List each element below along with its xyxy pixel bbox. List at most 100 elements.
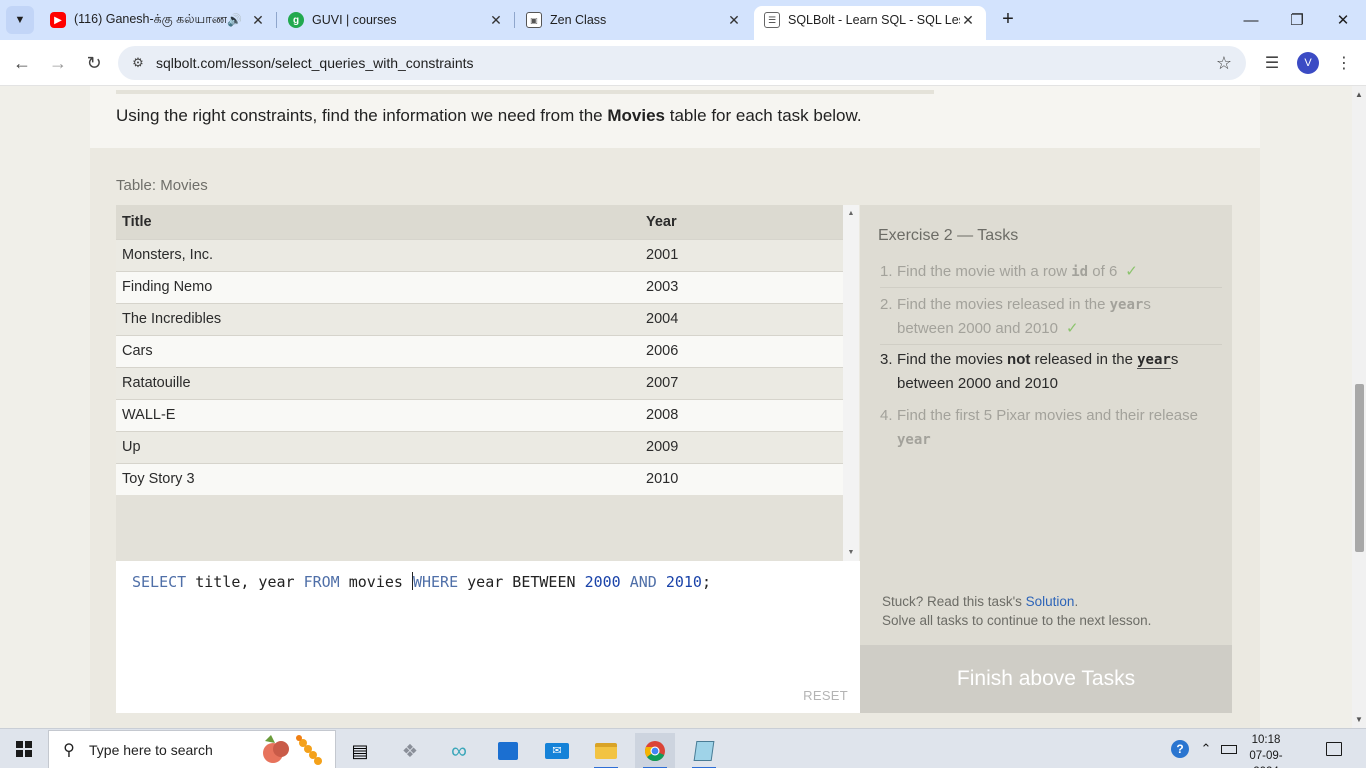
avatar: V <box>1297 52 1319 74</box>
tab-separator <box>514 12 515 28</box>
close-tab-icon[interactable]: ✕ <box>960 12 976 29</box>
page-scrollbar[interactable]: ▲ ▼ <box>1352 86 1366 728</box>
reload-button[interactable]: ↻ <box>80 49 108 77</box>
playlist-icon: ☰ <box>1264 55 1280 72</box>
cell-year: 2006 <box>640 334 843 367</box>
new-tab-button[interactable]: + <box>996 8 1020 32</box>
restore-button[interactable]: ❐ <box>1274 0 1320 40</box>
profile-button[interactable]: V <box>1294 49 1322 77</box>
sqlbolt-icon: ☰ <box>764 12 780 28</box>
cell-year: 2004 <box>640 302 843 335</box>
cell-year: 2009 <box>640 430 843 463</box>
back-button[interactable]: ← <box>8 49 36 77</box>
close-window-button[interactable]: ✕ <box>1320 0 1366 40</box>
sql-editor[interactable]: SELECT title, year FROM movies WHERE yea… <box>116 561 860 713</box>
table-row: WALL-E 2008 <box>116 398 843 431</box>
mail-button[interactable]: ✉ <box>537 733 577 768</box>
task-view-button[interactable]: ▤ <box>340 733 380 768</box>
table-row: Up 2009 <box>116 430 843 463</box>
tab-separator <box>276 12 277 28</box>
cell-title: Up <box>116 430 640 463</box>
help-tray-button[interactable]: ? <box>1168 729 1192 768</box>
notifications-button[interactable] <box>1318 729 1350 768</box>
solution-link[interactable]: Solution <box>1026 594 1075 609</box>
cell-year: 2007 <box>640 366 843 399</box>
browser-tab-strip: ▼ ▶ (116) Ganesh-க்கு கல்யாண 🔊 ✕ g GUVI … <box>0 0 1366 40</box>
search-highlight-icon <box>263 735 322 765</box>
windows-logo-icon <box>16 741 32 757</box>
tasks-panel: Exercise 2 — Tasks 1. Find the movie wit… <box>860 205 1232 645</box>
bookmark-star-icon[interactable]: ☆ <box>1216 53 1232 74</box>
file-explorer-button[interactable] <box>586 733 626 768</box>
tab-zen-class[interactable]: ▣ Zen Class ✕ <box>516 6 752 34</box>
divider <box>880 287 1222 288</box>
table-row: Ratatouille 2007 <box>116 366 843 399</box>
sql-query-text[interactable]: SELECT title, year FROM movies WHERE yea… <box>132 572 711 591</box>
taskbar-search-box[interactable]: ⚲ Type here to search <box>48 730 336 768</box>
forward-button[interactable]: → <box>44 49 72 77</box>
site-info-icon[interactable]: ⚙ <box>124 55 152 71</box>
scroll-up-icon[interactable]: ▲ <box>1352 90 1366 99</box>
reload-icon: ↻ <box>86 52 102 73</box>
zen-icon: ▣ <box>526 12 542 28</box>
tab-search-button[interactable]: ▼ <box>6 6 34 34</box>
kebab-menu-icon: ⋮ <box>1336 55 1352 72</box>
task-item: 2. Find the movies released in the years… <box>880 293 1222 345</box>
cell-title: WALL-E <box>116 398 640 431</box>
speaker-icon[interactable]: 🔊 <box>227 13 242 27</box>
taskbar-clock[interactable]: 10:18 07-09-2024 <box>1240 732 1292 768</box>
arrow-right-icon: → <box>49 52 67 73</box>
tab-youtube[interactable]: ▶ (116) Ganesh-க்கு கல்யாண 🔊 ✕ <box>40 6 277 34</box>
scroll-up-icon[interactable]: ▲ <box>843 210 859 217</box>
table-row: Toy Story 3 2010 <box>116 462 843 495</box>
battery-button[interactable] <box>1218 729 1240 768</box>
restore-icon: ❐ <box>1290 12 1304 29</box>
browser-menu-button[interactable]: ⋮ <box>1330 49 1358 77</box>
minimize-button[interactable]: — <box>1228 0 1274 40</box>
mail-icon: ✉ <box>545 743 569 759</box>
chrome-button[interactable] <box>635 733 675 768</box>
browser-toolbar: ← → ↻ ⚙ sqlbolt.com/lesson/select_querie… <box>0 40 1366 86</box>
close-tab-icon[interactable]: ✕ <box>250 12 266 29</box>
table-header-row: Title Year <box>116 205 843 239</box>
notification-icon <box>1326 742 1342 756</box>
close-tab-icon[interactable]: ✕ <box>726 12 742 29</box>
microsoft-store-button[interactable] <box>488 733 528 768</box>
dropbox-button[interactable]: ❖ <box>390 733 430 768</box>
tab-guvi[interactable]: g GUVI | courses ✕ <box>278 6 515 34</box>
cell-title: Cars <box>116 334 640 367</box>
cell-title: Monsters, Inc. <box>116 238 640 271</box>
chevron-down-icon: ▼ <box>14 14 26 26</box>
tasks-heading: Exercise 2 — Tasks <box>878 227 1019 244</box>
show-hidden-icons-button[interactable]: ⌃ <box>1196 729 1216 768</box>
scroll-down-icon[interactable]: ▼ <box>843 549 859 556</box>
reset-button[interactable]: RESET <box>803 688 848 703</box>
infinity-app-button[interactable]: ∞ <box>439 733 479 768</box>
table-row: Monsters, Inc. 2001 <box>116 238 843 271</box>
cell-title: Ratatouille <box>116 366 640 399</box>
clock-time: 10:18 <box>1251 734 1281 746</box>
cell-title: Toy Story 3 <box>116 462 640 495</box>
address-bar[interactable]: ⚙ sqlbolt.com/lesson/select_queries_with… <box>118 46 1246 80</box>
finish-tasks-button[interactable]: Finish above Tasks <box>860 645 1232 713</box>
checkmark-icon: ✓ <box>1125 263 1138 280</box>
chevron-up-icon: ⌃ <box>1200 741 1212 756</box>
table-row: Finding Nemo 2003 <box>116 270 843 303</box>
table-row: Cars 2006 <box>116 334 843 367</box>
scrollbar-thumb[interactable] <box>1355 384 1364 552</box>
tab-sqlbolt[interactable]: ☰ SQLBolt - Learn SQL - SQL Less ✕ <box>754 6 986 40</box>
notepad-button[interactable] <box>684 733 724 768</box>
task-item-current: 3. Find the movies not released in the y… <box>880 351 1179 392</box>
scroll-down-icon[interactable]: ▼ <box>1352 715 1366 724</box>
table-caption: Table: Movies <box>116 177 208 194</box>
column-header-title: Title <box>116 205 640 239</box>
url-text[interactable]: sqlbolt.com/lesson/select_queries_with_c… <box>156 55 474 71</box>
task-item: 4. Find the first 5 Pixar movies and the… <box>880 407 1198 448</box>
divider <box>880 344 1222 345</box>
arrow-left-icon: ← <box>13 52 31 73</box>
media-control-button[interactable]: ☰ <box>1258 49 1286 77</box>
start-button[interactable] <box>0 729 48 768</box>
close-tab-icon[interactable]: ✕ <box>488 12 504 29</box>
table-scrollbar[interactable]: ▲ ▼ <box>843 205 859 561</box>
task-view-icon: ▤ <box>351 740 369 761</box>
